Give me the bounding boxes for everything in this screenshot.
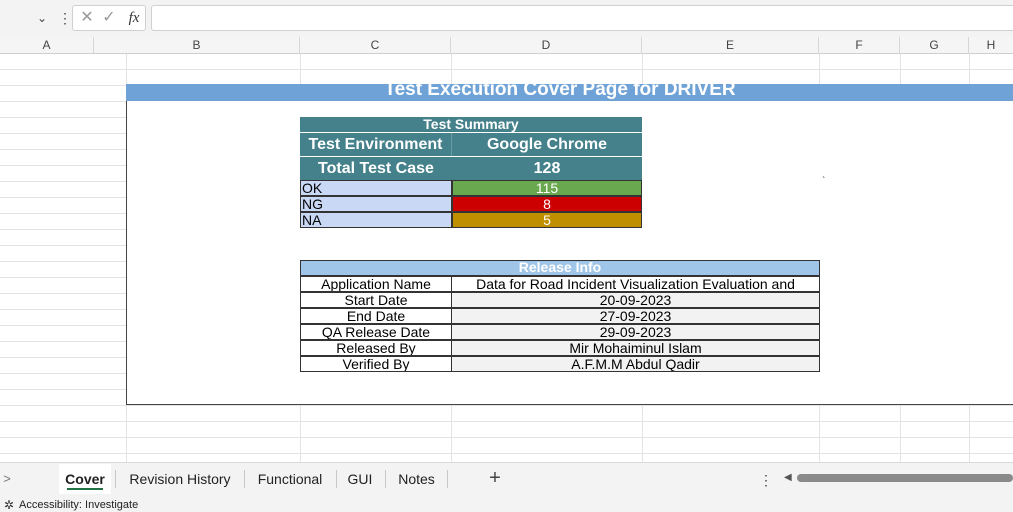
release-value-qa-release-date[interactable]: 29-09-2023	[451, 324, 820, 340]
tab-divider	[244, 470, 245, 488]
column-header-b[interactable]: B	[94, 37, 300, 54]
release-value-end-date[interactable]: 27-09-2023	[451, 308, 820, 324]
column-header-c[interactable]: C	[300, 37, 451, 54]
status-bar	[0, 496, 1013, 512]
more-options-icon[interactable]: ⋮	[759, 469, 773, 491]
test-summary-header[interactable]: Test Summary	[300, 117, 642, 132]
release-label-released-by[interactable]: Released By	[300, 340, 452, 356]
release-value-verified-by[interactable]: A.F.M.M Abdul Qadir	[451, 356, 820, 372]
ok-label[interactable]: OK	[300, 180, 452, 196]
cover-title: Test Execution Cover Page for DRIVER	[384, 84, 736, 100]
release-label-application-name[interactable]: Application Name	[300, 276, 452, 292]
release-label-qa-release-date[interactable]: QA Release Date	[300, 324, 452, 340]
release-value-application-name[interactable]: Data for Road Incident Visualization Eva…	[451, 276, 820, 292]
column-header-h[interactable]: H	[969, 37, 1013, 54]
cover-title-cell[interactable]: Test Execution Cover Page for DRIVER	[126, 84, 1013, 101]
release-value-start-date[interactable]: 20-09-2023	[451, 292, 820, 308]
enter-icon[interactable]: ✓	[100, 9, 118, 27]
tab-notes[interactable]: Notes	[389, 464, 444, 494]
release-value-released-by[interactable]: Mir Mohaiminul Islam	[451, 340, 820, 356]
na-value[interactable]: 5	[452, 212, 642, 228]
ok-value[interactable]: 115	[452, 180, 642, 196]
tab-divider	[385, 470, 386, 488]
na-label[interactable]: NA	[300, 212, 452, 228]
tab-revision-history[interactable]: Revision History	[119, 464, 241, 494]
sheet-nav-right-icon[interactable]: >	[0, 471, 14, 487]
release-label-end-date[interactable]: End Date	[300, 308, 452, 324]
release-label-start-date[interactable]: Start Date	[300, 292, 452, 308]
active-tab-indicator	[67, 488, 103, 490]
test-environment-label[interactable]: Test Environment	[300, 133, 452, 156]
tab-functional[interactable]: Functional	[247, 464, 333, 494]
horizontal-scrollbar-thumb[interactable]	[797, 474, 1013, 482]
accessibility-icon[interactable]: ✲	[2, 498, 16, 512]
release-info-header[interactable]: Release Info	[300, 260, 820, 276]
add-sheet-icon[interactable]: +	[485, 466, 505, 490]
column-header-d[interactable]: D	[451, 37, 642, 54]
name-box-dropdown-icon[interactable]: ⌄	[34, 9, 50, 27]
total-test-case-value[interactable]: 128	[452, 157, 642, 180]
insert-function-icon[interactable]: fx	[124, 8, 144, 28]
accessibility-status[interactable]: Accessibility: Investigate	[19, 498, 138, 512]
tab-divider	[336, 470, 337, 488]
tab-divider	[115, 470, 116, 488]
ng-value[interactable]: 8	[452, 196, 642, 212]
cancel-icon[interactable]: ✕	[78, 9, 96, 27]
test-environment-value[interactable]: Google Chrome	[452, 133, 642, 156]
column-header-e[interactable]: E	[642, 37, 819, 54]
release-label-verified-by[interactable]: Verified By	[300, 356, 452, 372]
formula-bar-options-icon[interactable]: ⋮	[58, 8, 72, 28]
column-header-g[interactable]: G	[900, 37, 969, 54]
formula-input[interactable]	[151, 5, 1013, 31]
column-header-f[interactable]: F	[819, 37, 900, 54]
column-header-a[interactable]: A	[0, 37, 94, 54]
scroll-left-icon[interactable]: ◀	[784, 472, 794, 484]
tab-divider	[447, 470, 448, 488]
total-test-case-label[interactable]: Total Test Case	[300, 157, 452, 180]
stray-mark: `	[822, 176, 826, 187]
tab-gui[interactable]: GUI	[339, 464, 381, 494]
ng-label[interactable]: NG	[300, 196, 452, 212]
